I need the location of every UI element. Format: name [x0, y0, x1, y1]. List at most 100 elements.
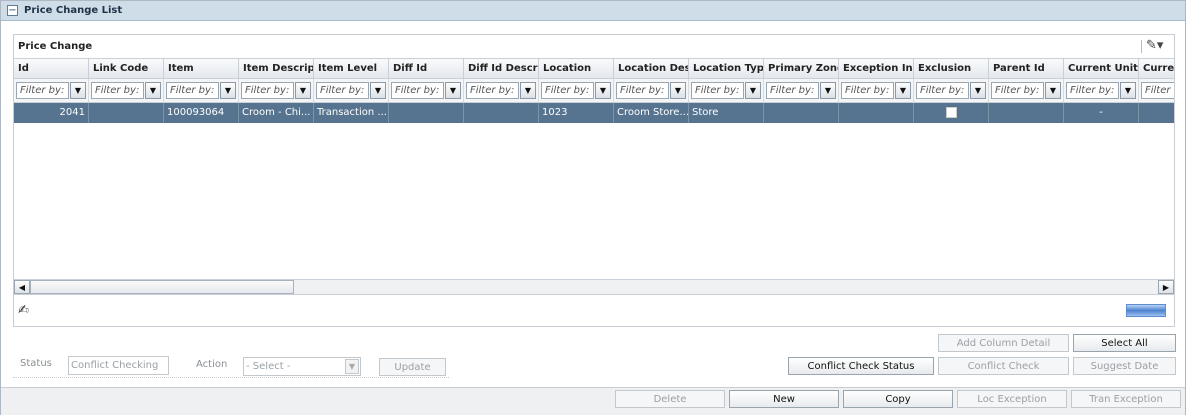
filter-cell: Filter by: ▼	[14, 79, 89, 102]
filter-dropdown-icon[interactable]: ▼	[520, 82, 536, 99]
cell-current-unit-retail: -	[1064, 103, 1139, 123]
filter-cell: Filter by: ▼	[164, 79, 239, 102]
filter-row: Filter by: ▼ Filter by: ▼ Filter by: ▼ Filter …	[14, 79, 1174, 103]
cell-location-description: Croom Store...	[614, 103, 689, 123]
filter-dropdown-icon[interactable]: ▼	[145, 82, 161, 99]
column-header-link-code[interactable]: Link Code	[89, 59, 164, 78]
filter-cell: Filter by: ▼	[1064, 79, 1139, 102]
filter-input[interactable]: Filter by:	[691, 82, 744, 99]
filter-input[interactable]: Filter by:	[16, 82, 69, 99]
panel-header: Price Change ✎▾	[14, 35, 1174, 58]
conflict-check-button[interactable]: Conflict Check	[938, 357, 1069, 375]
export-icon[interactable]: ✍	[18, 303, 36, 319]
column-header-item-description[interactable]: Item Descripti	[239, 59, 314, 78]
cell-location-type: Store	[689, 103, 764, 123]
column-header-current-unit-retail[interactable]: Current Unit R	[1064, 59, 1139, 78]
filter-dropdown-icon[interactable]: ▼	[70, 82, 86, 99]
filter-input[interactable]: Filter by:	[316, 82, 369, 99]
cell-current	[1139, 103, 1174, 123]
tran-exception-button[interactable]: Tran Exception	[1071, 390, 1181, 408]
table-header-row: Id Link Code Item Item Descripti Item Le…	[14, 58, 1174, 79]
filter-dropdown-icon[interactable]: ▼	[670, 82, 686, 99]
filter-input[interactable]: Filter by:	[916, 82, 969, 99]
column-header-primary-zone[interactable]: Primary Zone	[764, 59, 839, 78]
filter-input[interactable]: Filter by:	[1066, 82, 1119, 99]
filter-dropdown-icon[interactable]: ▼	[820, 82, 836, 99]
column-header-item-level[interactable]: Item Level	[314, 59, 389, 78]
cell-exception-ind	[839, 103, 914, 123]
collapse-icon[interactable]: −	[7, 5, 18, 16]
column-header-current[interactable]: Curren	[1139, 59, 1174, 78]
copy-button[interactable]: Copy	[843, 390, 953, 408]
cell-parent-id	[989, 103, 1064, 123]
filter-dropdown-icon[interactable]: ▼	[295, 82, 311, 99]
filter-cell: Filter by: ▼	[989, 79, 1064, 102]
filter-cell: Filter by: ▼	[89, 79, 164, 102]
edit-pencil-icon[interactable]: ✎▾	[1146, 39, 1164, 53]
action-label: Action	[196, 359, 228, 370]
column-header-exclusion[interactable]: Exclusion	[914, 59, 989, 78]
detach-table-button[interactable]	[1126, 304, 1166, 317]
column-header-parent-id[interactable]: Parent Id	[989, 59, 1064, 78]
filter-cell: Filter by: ▼	[464, 79, 539, 102]
filter-input[interactable]: Filter by:	[841, 82, 894, 99]
filter-input[interactable]: Filter by:	[541, 82, 594, 99]
select-all-button[interactable]: Select All	[1073, 334, 1176, 352]
cell-id: 2041	[14, 103, 89, 123]
filter-dropdown-icon[interactable]: ▼	[1120, 82, 1136, 99]
filter-dropdown-icon[interactable]: ▼	[220, 82, 236, 99]
column-header-id[interactable]: Id	[14, 59, 89, 78]
filter-cell: Filter by:	[1139, 79, 1174, 102]
filter-input[interactable]: Filter by:	[766, 82, 819, 99]
cell-exclusion	[914, 103, 989, 123]
price-change-list-window: − Price Change List Price Change ✎▾ Id L…	[0, 0, 1186, 415]
scroll-right-icon[interactable]: ▶	[1158, 280, 1174, 294]
column-header-location[interactable]: Location	[539, 59, 614, 78]
suggest-date-button[interactable]: Suggest Date	[1073, 357, 1176, 375]
filter-dropdown-icon[interactable]: ▼	[745, 82, 761, 99]
filter-input[interactable]: Filter by:	[241, 82, 294, 99]
price-change-table: Id Link Code Item Item Descripti Item Le…	[14, 58, 1174, 279]
cell-primary-zone	[764, 103, 839, 123]
column-header-diff-id-description[interactable]: Diff Id Descrip	[464, 59, 539, 78]
filter-dropdown-icon[interactable]: ▼	[1045, 82, 1061, 99]
delete-button[interactable]: Delete	[615, 390, 725, 408]
filter-input[interactable]: Filter by:	[391, 82, 444, 99]
table-row[interactable]: 2041 100093064 Croom - Chi... Transactio…	[14, 103, 1174, 123]
column-header-location-description[interactable]: Location Desc	[614, 59, 689, 78]
conflict-check-status-button[interactable]: Conflict Check Status	[788, 357, 934, 375]
scrollbar-thumb[interactable]	[30, 280, 294, 294]
column-header-exception-ind[interactable]: Exception Ind	[839, 59, 914, 78]
filter-cell: Filter by: ▼	[614, 79, 689, 102]
filter-input[interactable]: Filter by:	[166, 82, 219, 99]
scroll-left-icon[interactable]: ◀	[14, 280, 30, 294]
action-select[interactable]: - Select - ▼	[243, 357, 361, 376]
cell-item: 100093064	[164, 103, 239, 123]
add-column-detail-button[interactable]: Add Column Detail	[938, 334, 1069, 352]
filter-cell: Filter by: ▼	[764, 79, 839, 102]
filter-dropdown-icon[interactable]: ▼	[445, 82, 461, 99]
column-header-item[interactable]: Item	[164, 59, 239, 78]
filter-input[interactable]: Filter by:	[466, 82, 519, 99]
filter-input[interactable]: Filter by:	[91, 82, 144, 99]
filter-dropdown-icon[interactable]: ▼	[895, 82, 911, 99]
filter-dropdown-icon[interactable]: ▼	[595, 82, 611, 99]
filter-dropdown-icon[interactable]: ▼	[970, 82, 986, 99]
filter-cell: Filter by: ▼	[314, 79, 389, 102]
chevron-down-icon: ▼	[345, 359, 359, 374]
loc-exception-button[interactable]: Loc Exception	[957, 390, 1067, 408]
action-select-value: - Select -	[246, 361, 291, 372]
filter-input[interactable]: Filter by:	[991, 82, 1044, 99]
filter-cell: Filter by: ▼	[839, 79, 914, 102]
new-button[interactable]: New	[729, 390, 839, 408]
filter-dropdown-icon[interactable]: ▼	[370, 82, 386, 99]
filter-input[interactable]: Filter by:	[1141, 82, 1174, 99]
exclusion-checkbox[interactable]	[945, 107, 957, 118]
filter-input[interactable]: Filter by:	[616, 82, 669, 99]
update-button[interactable]: Update	[379, 358, 446, 376]
filter-cell: Filter by: ▼	[914, 79, 989, 102]
horizontal-scrollbar[interactable]: ◀ ▶	[14, 279, 1174, 295]
column-header-location-type[interactable]: Location Type	[689, 59, 764, 78]
price-change-panel: Price Change ✎▾ Id Link Code Item Item D…	[13, 34, 1175, 327]
column-header-diff-id[interactable]: Diff Id	[389, 59, 464, 78]
